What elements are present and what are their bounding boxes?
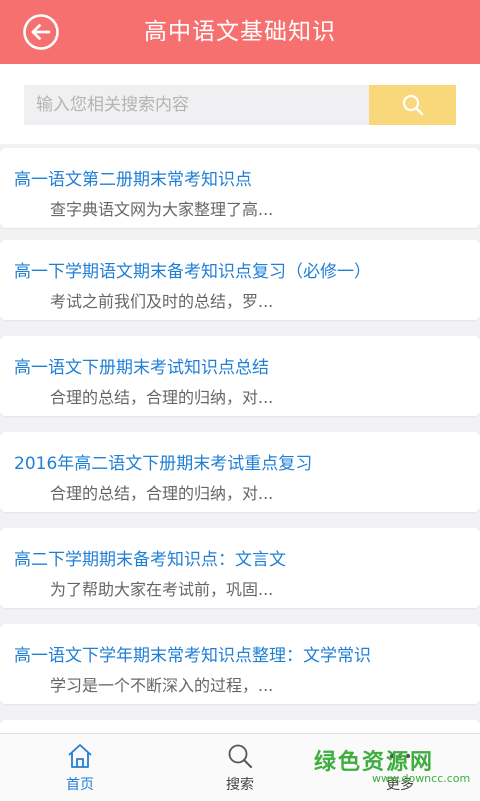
article-desc: 合理的总结，合理的归纳，对... bbox=[50, 388, 274, 407]
home-icon bbox=[68, 744, 92, 768]
article-title[interactable]: 高一下学期语文期末备考知识点复习（必修一） bbox=[14, 257, 371, 282]
tab-label: 首页 bbox=[66, 777, 94, 793]
article-desc: 学习是一个不断深入的过程，... bbox=[50, 676, 274, 695]
list-item[interactable]: 高一语文第二册期末常考知识点 查字典语文网为大家整理了高... bbox=[0, 148, 480, 228]
article-desc: 合理的总结，合理的归纳，对... bbox=[50, 484, 274, 503]
bottom-tab-bar: 首页 搜索 更多 bbox=[0, 733, 480, 801]
tab-more[interactable]: 更多 bbox=[320, 734, 480, 801]
tab-label: 更多 bbox=[386, 777, 414, 793]
tab-label: 搜索 bbox=[226, 777, 254, 793]
search-button[interactable] bbox=[369, 85, 456, 125]
page-title: 高中语文基础知识 bbox=[144, 19, 336, 45]
search-icon bbox=[402, 94, 423, 116]
list-item[interactable]: 2016年高二语文下册期末考试重点复习 合理的总结，合理的归纳，对... bbox=[0, 432, 480, 512]
more-icon bbox=[389, 753, 411, 759]
article-desc: 为了帮助大家在考试前，巩固... bbox=[50, 580, 274, 599]
article-title[interactable]: 高一语文下学年期末常考知识点整理：文学常识 bbox=[14, 641, 371, 666]
article-title[interactable]: 高一语文下册期末考试知识点总结 bbox=[14, 353, 269, 378]
list-item[interactable]: 高二下学期期末备考知识点：文言文 为了帮助大家在考试前，巩固... bbox=[0, 528, 480, 608]
article-title[interactable]: 高一语文第二册期末常考知识点 bbox=[14, 165, 252, 190]
article-desc: 考试之前我们及时的总结，罗... bbox=[50, 292, 274, 311]
tab-home[interactable]: 首页 bbox=[0, 734, 160, 801]
list-item[interactable]: 高一语文下册期末考试知识点总结 合理的总结，合理的归纳，对... bbox=[0, 336, 480, 416]
list-item[interactable]: 高一下学期语文期末备考知识点复习（必修一） 考试之前我们及时的总结，罗... bbox=[0, 240, 480, 320]
search-input[interactable] bbox=[24, 85, 369, 125]
app-header: 高中语文基础知识 bbox=[0, 0, 480, 64]
list-item[interactable]: 高一语文下学年期末常考知识点整理：文学常识 学习是一个不断深入的过程，... bbox=[0, 624, 480, 704]
tab-search[interactable]: 搜索 bbox=[160, 734, 320, 801]
article-title[interactable]: 高二下学期期末备考知识点：文言文 bbox=[14, 545, 286, 570]
article-title[interactable]: 2016年高二语文下册期末考试重点复习 bbox=[14, 449, 312, 474]
article-desc: 查字典语文网为大家整理了高... bbox=[50, 200, 274, 219]
search-bar bbox=[0, 64, 480, 144]
search-icon bbox=[228, 744, 252, 768]
